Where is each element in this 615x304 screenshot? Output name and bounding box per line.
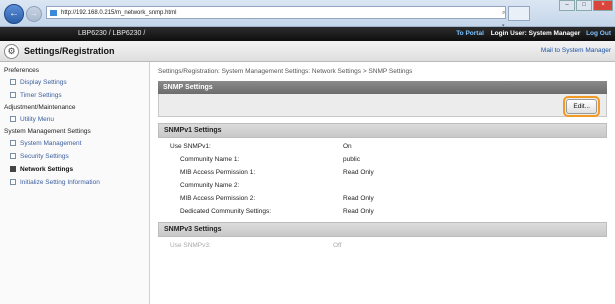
setting-label: Community Name 1:: [180, 156, 240, 163]
sidebar-item-utility-menu[interactable]: Utility Menu: [0, 113, 149, 126]
setting-value: On: [343, 143, 352, 150]
settings-icon: ⚙: [4, 44, 19, 59]
setting-label: Dedicated Community Settings:: [180, 208, 272, 215]
browser-tab[interactable]: [508, 6, 530, 21]
back-button[interactable]: ←: [4, 4, 24, 24]
snmp-settings-header: SNMP Settings: [158, 81, 607, 94]
snmp-settings-toolbar: Edit...: [158, 94, 607, 117]
setting-value: Read Only: [343, 208, 374, 215]
snmpv3-settings-table: Use SNMPv3: Off: [158, 239, 607, 252]
maximize-button[interactable]: □: [576, 0, 592, 11]
sidebar-item-initialize-setting-information[interactable]: Initialize Setting Information: [0, 176, 149, 189]
login-user-label: Login User: System Manager: [490, 30, 581, 37]
page-title: Settings/Registration: [24, 46, 115, 56]
setting-label: MIB Access Permission 1:: [180, 169, 256, 176]
main-content: Settings/Registration: System Management…: [150, 62, 615, 304]
close-button[interactable]: ×: [593, 0, 613, 11]
sidebar-item-label: System Management: [20, 140, 82, 147]
sidebar-item-label: Initialize Setting Information: [20, 179, 100, 186]
setting-value: Off: [333, 242, 342, 249]
sidebar-item-label: Timer Settings: [20, 92, 62, 99]
sidebar-section-system-management: System Management Settings: [4, 128, 91, 135]
setting-label: MIB Access Permission 2:: [180, 195, 256, 202]
bullet-icon: [10, 79, 16, 86]
table-row: Community Name 2:: [158, 179, 607, 192]
table-row: Dedicated Community Settings: Read Only: [158, 205, 607, 218]
setting-label: Community Name 2:: [180, 182, 240, 189]
sidebar-item-timer-settings[interactable]: Timer Settings: [0, 89, 149, 102]
setting-value: Read Only: [343, 169, 374, 176]
sidebar-item-system-management[interactable]: System Management: [0, 137, 149, 150]
title-bar: ⚙ Settings/Registration Mail to System M…: [0, 41, 615, 62]
bullet-icon: [10, 166, 16, 173]
app-header: LBP6230 / LBP6230 / To Portal Login User…: [0, 27, 615, 41]
edit-button[interactable]: Edit...: [566, 99, 597, 114]
table-row: Use SNMPv3: Off: [158, 239, 607, 252]
address-bar[interactable]: http://192.168.0.215/m_network_snmp.html…: [46, 6, 507, 55]
browser-toolbar: ← → http://192.168.0.215/m_network_snmp.…: [0, 0, 615, 55]
snmpv3-settings-header: SNMPv3 Settings: [158, 222, 607, 237]
table-row: MIB Access Permission 1: Read Only: [158, 166, 607, 179]
sidebar-item-label: Utility Menu: [20, 116, 54, 123]
logout-link[interactable]: Log Out: [586, 30, 611, 37]
forward-button[interactable]: →: [26, 6, 42, 22]
setting-value: [343, 179, 607, 192]
minimize-button[interactable]: –: [559, 0, 575, 11]
page-icon: [50, 10, 57, 16]
sidebar-section-preferences: Preferences: [4, 67, 40, 74]
setting-value: public: [343, 156, 360, 163]
device-model: LBP6230 / LBP6230 /: [78, 30, 146, 37]
table-row: Community Name 1: public: [158, 153, 607, 166]
breadcrumb: Settings/Registration: System Management…: [158, 68, 413, 75]
bullet-icon: [10, 92, 16, 99]
bullet-icon: [10, 153, 16, 160]
sidebar-item-security-settings[interactable]: Security Settings: [0, 150, 149, 163]
setting-label: Use SNMPv1:: [170, 143, 211, 150]
sidebar-section-adjustment: Adjustment/Maintenance: [4, 104, 76, 111]
bullet-icon: [10, 179, 16, 186]
sidebar-item-label: Security Settings: [20, 153, 69, 160]
table-row: Use SNMPv1: On: [158, 140, 607, 153]
sidebar-item-label: Network Settings: [20, 166, 74, 173]
sidebar-item-network-settings[interactable]: Network Settings: [0, 163, 149, 176]
bullet-icon: [10, 116, 16, 123]
snmpv1-settings-header: SNMPv1 Settings: [158, 123, 607, 138]
snmpv1-settings-table: Use SNMPv1: On Community Name 1: public MI…: [158, 140, 607, 218]
url-text: http://192.168.0.215/m_network_snmp.html: [61, 10, 177, 16]
mail-to-system-manager-link[interactable]: Mail to System Manager: [541, 41, 611, 61]
window-controls: – □ ×: [558, 0, 613, 11]
edit-highlight: Edit...: [563, 96, 600, 117]
sidebar: Preferences Display Settings Timer Setti…: [0, 62, 150, 304]
header-links: To Portal Login User: System Manager Log…: [456, 27, 611, 41]
bullet-icon: [10, 140, 16, 147]
to-portal-link[interactable]: To Portal: [456, 30, 484, 37]
sidebar-item-label: Display Settings: [20, 79, 67, 86]
setting-value: Read Only: [343, 195, 374, 202]
setting-label: Use SNMPv3:: [170, 242, 211, 249]
table-row: MIB Access Permission 2: Read Only: [158, 192, 607, 205]
sidebar-item-display-settings[interactable]: Display Settings: [0, 76, 149, 89]
